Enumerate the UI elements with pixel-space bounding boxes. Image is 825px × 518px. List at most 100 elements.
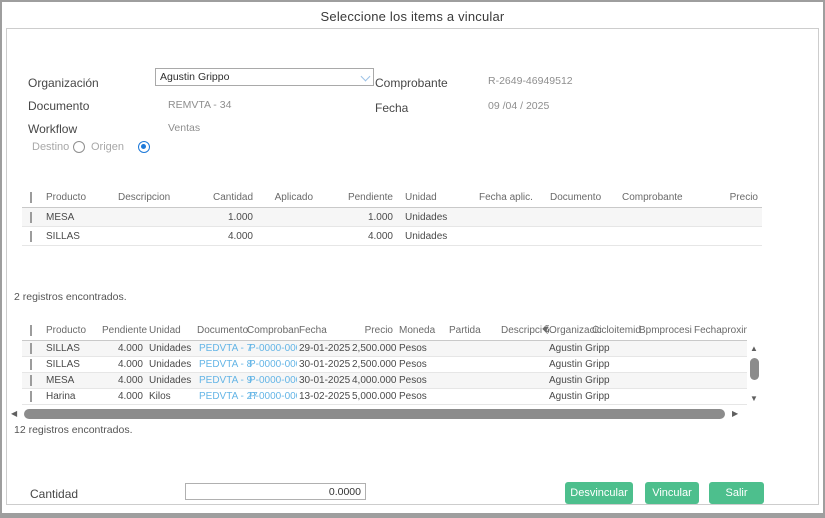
table-row[interactable]: SILLAS 4.000 Unidades PEDVTA - 7 P-0000-… — [22, 341, 747, 357]
col-header[interactable]: Fecha — [297, 325, 350, 336]
cell-organizacion: Agustin Gripp — [549, 391, 592, 402]
candidates-count-text: 12 registros encontrados. — [14, 424, 132, 436]
workflow-value: Ventas — [168, 122, 200, 134]
organizacion-select[interactable]: Agustin Grippo — [155, 68, 374, 86]
cell-precio: 2,500.000 — [350, 343, 397, 354]
comprobante-value: R-2649-46949512 — [488, 75, 573, 87]
cell-fecha: 13-02-2025 — [297, 391, 350, 402]
origen-label: Origen — [91, 141, 124, 153]
row-checkbox[interactable] — [30, 359, 32, 370]
col-header[interactable]: Comproban — [247, 325, 297, 336]
col-header[interactable]: Pendiente — [100, 325, 147, 336]
col-header[interactable]: Unidad — [147, 325, 197, 336]
col-header[interactable]: Producto — [44, 192, 116, 203]
chevron-down-icon — [361, 72, 371, 82]
scroll-right-icon[interactable]: ▶ — [732, 410, 738, 418]
col-header[interactable]: Moneda — [397, 325, 447, 336]
col-header[interactable]: Organizacic — [549, 325, 592, 336]
cell-pendiente: 4.000 — [100, 359, 147, 370]
col-header[interactable]: Partida — [447, 325, 499, 336]
cell-producto: MESA — [44, 212, 116, 223]
col-header[interactable]: Documento — [541, 192, 613, 203]
table-row[interactable]: SILLAS 4.000 Unidades PEDVTA - 8 P-0000-… — [22, 357, 747, 373]
col-header[interactable]: Precio — [713, 192, 762, 203]
col-header[interactable]: Precio — [350, 325, 397, 336]
destino-radio[interactable] — [73, 141, 85, 153]
documento-link[interactable]: PEDVTA - 27 — [197, 391, 247, 402]
row-checkbox[interactable] — [30, 212, 32, 223]
cantidad-label: Cantidad — [30, 487, 78, 501]
scroll-down-icon[interactable]: ▼ — [750, 395, 758, 403]
col-header[interactable]: Descripcion — [116, 192, 211, 203]
documento-link[interactable]: PEDVTA - 7 — [197, 343, 247, 354]
cell-producto: SILLAS — [44, 231, 116, 242]
cell-pendiente: 4.000 — [100, 375, 147, 386]
candidates-table: Producto Pendiente Unidad Documento Comp… — [22, 321, 747, 405]
destino-label: Destino — [32, 141, 69, 153]
table-row[interactable]: SILLAS 4.000 4.000 Unidades — [22, 227, 762, 246]
col-header[interactable]: Bpmprocesi — [637, 325, 692, 336]
cantidad-input[interactable] — [185, 483, 366, 500]
documento-value: REMVTA - 34 — [168, 99, 231, 111]
cell-producto: Harina — [44, 391, 100, 402]
cell-unidad: Unidades — [147, 359, 197, 370]
row-checkbox[interactable] — [30, 375, 32, 386]
documento-link[interactable]: PEDVTA - 9 — [197, 375, 247, 386]
cell-organizacion: Agustin Gripp — [549, 375, 592, 386]
col-header[interactable]: Descripci� — [499, 325, 549, 336]
comprobante-link[interactable]: P-0000-0000 — [247, 391, 297, 402]
scroll-left-icon[interactable]: ◀ — [11, 410, 17, 418]
row-checkbox[interactable] — [30, 231, 32, 242]
items-select-all-checkbox[interactable] — [30, 192, 32, 203]
comprobante-link[interactable]: P-0000-0000 — [247, 343, 297, 354]
fecha-value: 09 /04 / 2025 — [488, 100, 549, 112]
col-header[interactable]: Producto — [44, 325, 100, 336]
col-header[interactable]: Pendiente — [317, 192, 397, 203]
cell-producto: SILLAS — [44, 359, 100, 370]
row-checkbox[interactable] — [30, 343, 32, 354]
comprobante-link[interactable]: P-0000-0000 — [247, 359, 297, 370]
cell-organizacion: Agustin Gripp — [549, 343, 592, 354]
cell-moneda: Pesos — [397, 391, 447, 402]
items-table-header-row: Producto Descripcion Cantidad Aplicado P… — [22, 188, 762, 208]
cell-producto: MESA — [44, 375, 100, 386]
horizontal-scrollbar-thumb[interactable] — [24, 409, 725, 419]
candidates-select-all-checkbox[interactable] — [30, 325, 32, 336]
items-table: Producto Descripcion Cantidad Aplicado P… — [22, 188, 762, 246]
organizacion-label: Organización — [28, 76, 99, 90]
table-row[interactable]: MESA 1.000 1.000 Unidades — [22, 208, 762, 227]
col-header[interactable]: Unidad — [397, 192, 471, 203]
cell-pendiente: 4.000 — [100, 391, 147, 402]
cell-producto: SILLAS — [44, 343, 100, 354]
fecha-label: Fecha — [375, 101, 408, 115]
comprobante-link[interactable]: P-0000-0000 — [247, 375, 297, 386]
cell-unidad: Unidades — [147, 375, 197, 386]
cell-unidad: Unidades — [397, 231, 471, 242]
col-header[interactable]: Comprobante — [613, 192, 713, 203]
candidates-table-header-row: Producto Pendiente Unidad Documento Comp… — [22, 321, 747, 341]
vertical-scrollbar-thumb[interactable] — [750, 358, 759, 380]
desvincular-button[interactable]: Desvincular — [565, 482, 633, 504]
col-header[interactable]: Cantidad — [211, 192, 257, 203]
link-items-dialog: Seleccione los items a vincular Organiza… — [0, 0, 825, 518]
origen-radio[interactable] — [138, 141, 150, 153]
col-header[interactable]: Aplicado — [257, 192, 317, 203]
workflow-label: Workflow — [28, 122, 77, 136]
documento-link[interactable]: PEDVTA - 8 — [197, 359, 247, 370]
salir-button[interactable]: Salir — [709, 482, 764, 504]
table-row[interactable]: MESA 4.000 Unidades PEDVTA - 9 P-0000-00… — [22, 373, 747, 389]
vincular-button[interactable]: Vincular — [645, 482, 699, 504]
cell-pendiente: 4.000 — [317, 231, 397, 242]
cell-pendiente: 1.000 — [317, 212, 397, 223]
cell-fecha: 29-01-2025 — [297, 343, 350, 354]
cell-precio: 4,000.000 — [350, 375, 397, 386]
cell-pendiente: 4.000 — [100, 343, 147, 354]
col-header[interactable]: Fechaproxim — [692, 325, 747, 336]
row-checkbox[interactable] — [30, 391, 32, 402]
col-header[interactable]: Cicloitemid — [592, 325, 637, 336]
col-header[interactable]: Fecha aplic. — [471, 192, 541, 203]
cell-cantidad: 1.000 — [211, 212, 257, 223]
table-row[interactable]: Harina 4.000 Kilos PEDVTA - 27 P-0000-00… — [22, 389, 747, 405]
scroll-up-icon[interactable]: ▲ — [750, 345, 758, 353]
col-header[interactable]: Documento — [197, 325, 247, 336]
